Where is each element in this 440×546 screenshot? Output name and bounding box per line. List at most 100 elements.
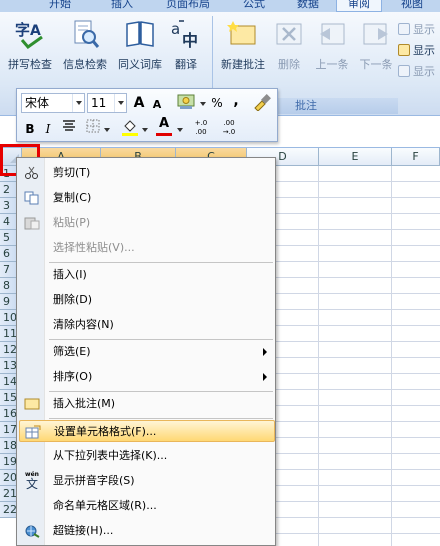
next-comment-button[interactable]: 下一条 (354, 18, 398, 72)
thesaurus-button[interactable]: 同义词库 (114, 18, 166, 72)
translate-icon: a 中 (170, 18, 202, 50)
research-button[interactable]: 信息检索 (59, 18, 111, 72)
tab-insert[interactable]: 插入 (100, 0, 144, 12)
bold-button[interactable]: B (23, 119, 37, 139)
menu-item-define-name[interactable]: 命名单元格区域(R)... (19, 495, 275, 517)
menu-item-delete[interactable]: 删除(D) (19, 289, 275, 311)
tab-formulas[interactable]: 公式 (232, 0, 276, 12)
format-cells-icon (25, 425, 41, 439)
menu-item-pick-from-list[interactable]: 从下拉列表中选择(K)... (19, 445, 275, 467)
accounting-format-icon (177, 94, 195, 109)
decrease-decimal-icon: .00 →.0 (222, 119, 236, 136)
menu-item-label: 从下拉列表中选择(K)... (53, 449, 168, 462)
font-size-value: 11 (91, 96, 107, 110)
menu-item-label: 清除内容(N) (53, 318, 114, 331)
translate-button[interactable]: a 中 翻译 (166, 18, 206, 72)
menu-item-hyperlink[interactable]: 超链接(H)... (19, 520, 275, 542)
chevron-down-icon[interactable] (114, 94, 126, 112)
font-name-combo[interactable]: 宋体 (21, 93, 85, 113)
new-comment-icon (227, 18, 259, 50)
menu-item-show-phonetic[interactable]: wén 文 显示拼音字段(S) (19, 470, 275, 492)
font-color-icon: A (159, 116, 170, 131)
menu-item-format-cells[interactable]: 设置单元格格式(F)... (19, 420, 275, 442)
fill-color-icon (122, 120, 138, 136)
menu-item-cut[interactable]: 剪切(T) (19, 162, 275, 184)
show-all-comments-button[interactable]: 显示 (398, 43, 435, 59)
next-comment-icon (360, 18, 392, 50)
menu-item-copy[interactable]: 复制(C) (19, 187, 275, 209)
tab-home[interactable]: 开始 (38, 0, 82, 12)
percent-style-button[interactable]: % (209, 93, 225, 113)
chevron-down-icon[interactable] (142, 128, 148, 132)
fill-color-button[interactable] (121, 117, 139, 137)
context-menu: 剪切(T) 复制(C) 粘贴(P) 选择性粘贴(V)... 插入(I) 删除(D… (16, 157, 276, 546)
thesaurus-icon (124, 18, 156, 50)
menu-item-filter[interactable]: 筛选(E) (19, 341, 275, 363)
column-header-f[interactable]: F (392, 148, 440, 166)
grow-font-button[interactable]: A (131, 93, 147, 113)
menu-item-label: 剪切(T) (53, 166, 91, 179)
ribbon-tab-bar: 开始 插入 页面布局 公式 数据 审阅 视图 (0, 0, 440, 12)
submenu-arrow-icon (263, 373, 267, 381)
menu-separator (49, 262, 273, 263)
italic-button[interactable]: I (41, 119, 55, 139)
italic-icon: I (45, 122, 51, 136)
next-comment-label: 下一条 (359, 58, 393, 71)
align-center-icon (63, 120, 75, 131)
svg-text:A: A (30, 23, 41, 39)
previous-comment-label: 上一条 (315, 58, 349, 71)
chevron-down-icon[interactable] (200, 102, 206, 106)
increase-decimal-button[interactable]: +.0 .00 (189, 119, 213, 139)
menu-item-label: 插入(I) (53, 268, 87, 281)
menu-item-paste-special[interactable]: 选择性粘贴(V)... (19, 237, 275, 259)
borders-button[interactable] (85, 119, 101, 139)
menu-item-label: 复制(C) (53, 191, 92, 204)
delete-comment-button[interactable]: 删除 (272, 18, 306, 72)
delete-comment-icon (273, 18, 305, 50)
shrink-font-button[interactable]: A (149, 95, 165, 115)
accounting-format-button[interactable] (175, 93, 197, 113)
show-ink-button[interactable]: 显示 (398, 64, 435, 80)
phonetic-icon: wén 文 (25, 471, 39, 491)
menu-item-paste[interactable]: 粘贴(P) (19, 212, 275, 234)
tab-view[interactable]: 视图 (392, 0, 432, 12)
menu-item-label: 选择性粘贴(V)... (53, 241, 135, 254)
menu-item-insert-comment[interactable]: 插入批注(M) (19, 393, 275, 415)
tab-page-layout[interactable]: 页面布局 (158, 0, 218, 12)
research-icon (69, 18, 101, 50)
new-comment-button[interactable]: 新建批注 (216, 18, 270, 72)
column-header-e[interactable]: E (319, 148, 392, 166)
show-comment-icon (398, 23, 410, 35)
menu-item-label: 设置单元格格式(F)... (54, 425, 157, 438)
bold-icon: B (25, 122, 35, 136)
menu-item-clear-contents[interactable]: 清除内容(N) (19, 314, 275, 336)
chevron-down-icon[interactable] (104, 128, 110, 132)
tab-data[interactable]: 数据 (286, 0, 330, 12)
show-hide-comment-button[interactable]: 显示 (398, 22, 435, 38)
menu-item-insert[interactable]: 插入(I) (19, 264, 275, 286)
submenu-arrow-icon (263, 348, 267, 356)
show-all-comments-icon (398, 44, 410, 56)
menu-item-sort[interactable]: 排序(O) (19, 366, 275, 388)
menu-separator (49, 418, 273, 419)
translate-label: 翻译 (175, 58, 197, 71)
tab-review[interactable]: 审阅 (336, 0, 382, 12)
show-ink-icon (398, 65, 410, 77)
copy-icon (24, 191, 40, 205)
spell-check-button[interactable]: 字 A 拼写检查 (4, 18, 56, 72)
menu-item-label: 超链接(H)... (53, 524, 114, 537)
center-align-button[interactable] (61, 119, 77, 139)
decrease-decimal-button[interactable]: .00 →.0 (217, 119, 241, 139)
comment-icon (24, 397, 40, 411)
font-size-combo[interactable]: 11 (87, 93, 127, 113)
paste-icon (24, 216, 40, 230)
font-color-button[interactable]: A (155, 116, 173, 137)
svg-text:中: 中 (182, 31, 198, 50)
chevron-down-icon[interactable] (72, 94, 84, 112)
research-label: 信息检索 (63, 58, 107, 71)
previous-comment-button[interactable]: 上一条 (310, 18, 354, 72)
chevron-down-icon[interactable] (177, 128, 183, 132)
menu-separator (49, 339, 273, 340)
comma-style-button[interactable]: , (229, 91, 243, 111)
format-painter-button[interactable] (251, 93, 273, 113)
